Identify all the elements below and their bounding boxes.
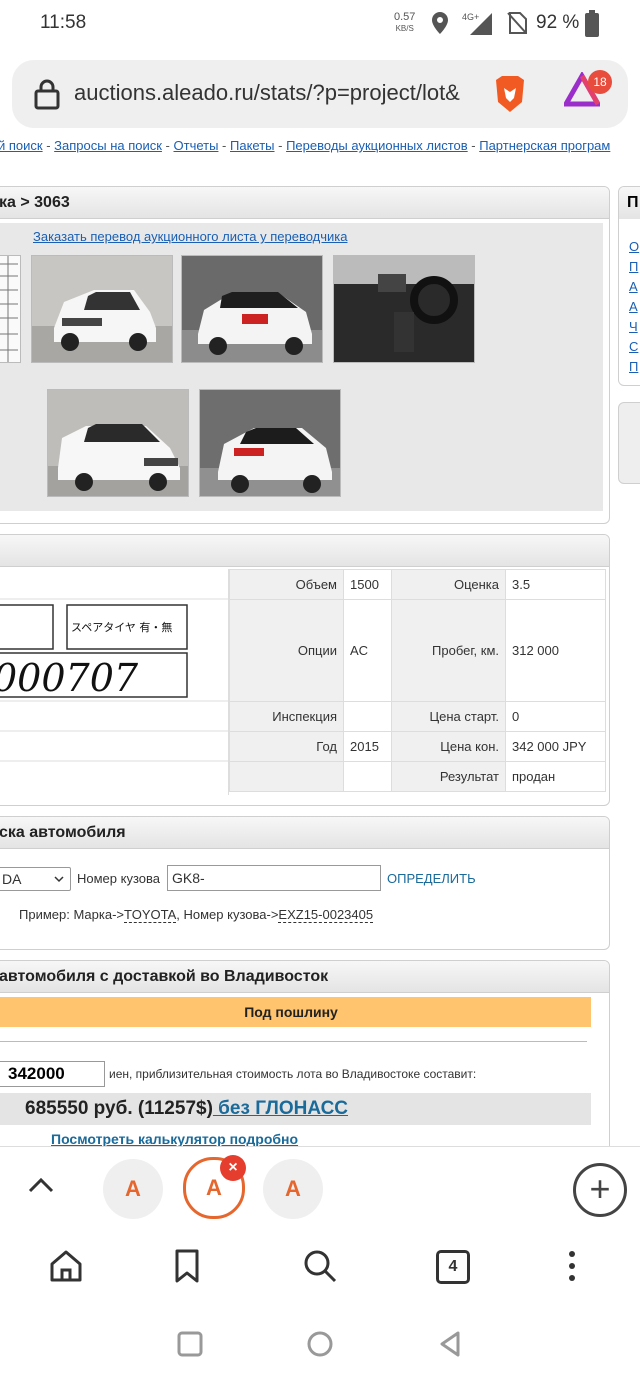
car-photo-rear[interactable] [181,255,323,363]
sheet-thumb-image [0,256,18,362]
search-form: DA Номер кузова GK8- ОПРЕДЕЛИТЬ [0,865,609,897]
car-photo-front[interactable] [31,255,173,363]
car-image [32,256,172,362]
home-circle-icon[interactable] [306,1330,334,1358]
tab-favicon[interactable]: A [103,1159,163,1219]
sheet-crop-image: スペアタイヤ 有・無 000707 [0,569,228,795]
lot-details-panel: スペアタイヤ 有・無 000707 Объем 1500 Оценка 3.5 … [0,534,610,806]
home-icon[interactable] [48,1248,84,1284]
nav-link-reports[interactable]: Отчеты [174,138,219,153]
auction-sheet-crop[interactable]: スペアタイヤ 有・無 000707 [0,569,229,795]
photo-gallery: Заказать перевод аукционного листа у пер… [0,223,603,511]
side-link[interactable]: П [619,257,640,277]
side-link[interactable]: П [619,357,640,377]
divider [0,1041,587,1042]
nav-link-requests[interactable]: Запросы на поиск [54,138,162,153]
tab-favicon[interactable]: A [263,1159,323,1219]
status-bar: 11:58 0.57 KB/S 4G+ 92 % [0,0,640,52]
web-content[interactable]: й поиск - Запросы на поиск - Отчеты - Па… [0,132,640,1146]
more-menu-icon[interactable] [562,1248,582,1284]
battery-icon [585,10,599,37]
car-image [200,390,340,496]
detect-button[interactable]: ОПРЕДЕЛИТЬ [387,871,476,886]
car-search-panel: ска автомобиля DA Номер кузова GK8- ОПРЕ… [0,816,610,950]
no-sim-icon [507,12,527,34]
nav-link-translations[interactable]: Переводы аукционных листов [286,138,468,153]
brave-shield-icon[interactable] [492,74,528,114]
table-row: Объем 1500 Оценка 3.5 [229,569,606,600]
close-tab-icon[interactable]: × [220,1155,246,1181]
lock-icon [34,79,60,110]
tab-count-button[interactable]: 4 [436,1250,470,1284]
bottom-toolbar [0,1230,640,1304]
new-tab-button[interactable]: + [573,1163,627,1217]
side-image[interactable] [618,402,640,484]
bookmark-icon[interactable] [170,1248,204,1284]
search-icon[interactable] [302,1248,338,1284]
search-title: ска автомобиля [0,817,609,849]
price-input[interactable]: 342000 [0,1061,105,1087]
clock: 11:58 [40,12,87,33]
car-image [48,390,188,496]
car-photo-front-side[interactable] [47,389,189,497]
svg-text:スペアタイヤ 有・無: スペアタイヤ 有・無 [71,620,172,634]
nav-link-packages[interactable]: Пакеты [230,138,275,153]
body-number-label: Номер кузова [77,871,160,886]
location-icon [432,12,448,34]
calc-title: автомобиля с доставкой во Владивосток [0,961,609,993]
url-text[interactable]: auctions.aleado.ru/stats/?p=project/lot& [74,80,490,106]
delivery-calc-panel: автомобиля с доставкой во Владивосток По… [0,960,610,1146]
nav-link-partner[interactable]: Партнерская програм [479,138,610,153]
car-photo-interior[interactable] [333,255,475,363]
top-nav-links: й поиск - Запросы на поиск - Отчеты - Па… [0,138,611,153]
body-number-input[interactable]: GK8- [167,865,381,891]
nav-link-search[interactable]: й поиск [0,138,43,153]
car-photo-rear-side[interactable] [199,389,341,497]
total-cost: 685550 руб. (11257$) без ГЛОНАСС [0,1093,591,1125]
back-icon[interactable] [436,1330,464,1358]
side-panel: П О П А А Ч С П [618,186,640,386]
svg-text:000707: 000707 [0,656,139,700]
svg-text:4G+: 4G+ [462,12,479,22]
side-link[interactable]: Ч [619,317,640,337]
lot-title: ка > 3063 [0,187,609,219]
lot-panel: ка > 3063 Заказать перевод аукционного л… [0,186,610,524]
table-row: Результат продан [229,761,606,792]
details-header [0,535,609,567]
car-image [182,256,322,362]
status-icons: 4G+ [432,10,528,36]
side-link[interactable]: А [619,277,640,297]
search-example: Пример: Марка->TOYOTA, Номер кузова->EXZ… [19,907,374,923]
order-translation-link[interactable]: Заказать перевод аукционного листа у пер… [33,229,347,244]
signal-icon: 4G+ [462,12,492,35]
side-link[interactable]: А [619,297,640,317]
auction-sheet-thumb[interactable] [0,255,21,363]
duty-tab[interactable]: Под пошлину [0,997,591,1027]
glonass-link[interactable]: без ГЛОНАСС [213,1098,348,1119]
battery-percent: 92 % [536,12,580,33]
table-row: Опции AC Пробег, км. 312 000 [229,599,606,702]
side-link[interactable]: С [619,337,640,357]
recents-icon[interactable] [176,1330,204,1358]
price-note: иен, приблизительная стоимость лота во В… [109,1067,477,1081]
chevron-down-icon [54,876,64,883]
side-link[interactable]: О [619,237,640,257]
car-image [334,256,474,362]
table-row: Год 2015 Цена кон. 342 000 JPY [229,731,606,762]
calc-details-link[interactable]: Посмотреть калькулятор подробно [51,1131,298,1146]
chevron-up-icon[interactable] [24,1169,58,1203]
lot-details-table: Объем 1500 Оценка 3.5 Опции AC Пробег, к… [229,569,606,792]
make-select[interactable]: DA [0,867,71,891]
address-bar[interactable]: auctions.aleado.ru/stats/?p=project/lot&… [12,60,628,128]
system-nav-bar [0,1306,640,1386]
rewards-badge: 18 [588,70,612,94]
network-speed: 0.57 KB/S [394,11,416,34]
example-make: TOYOTA [124,907,177,923]
table-row: Инспекция Цена старт. 0 [229,701,606,732]
example-body: EXZ15-0023405 [278,907,374,923]
